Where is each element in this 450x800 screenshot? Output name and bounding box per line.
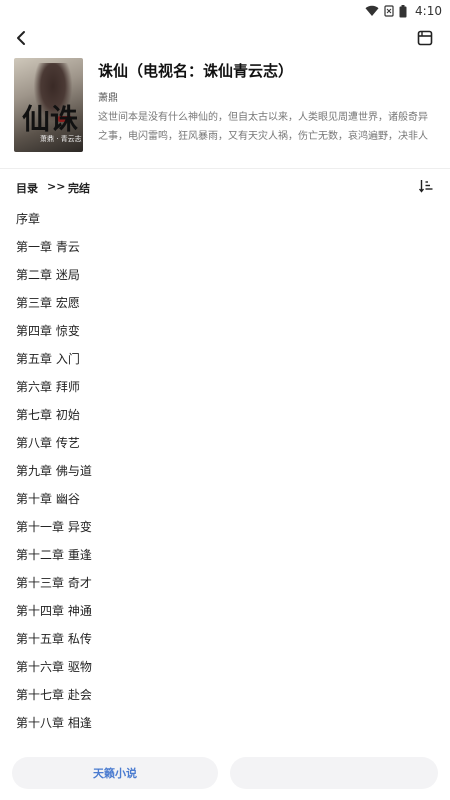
chapter-item[interactable]: 第十一章 异变	[16, 513, 436, 541]
status-time: 4:10	[415, 4, 442, 18]
chapter-item[interactable]: 第十二章 重逢	[16, 541, 436, 569]
chapter-item[interactable]: 第四章 惊变	[16, 317, 436, 345]
toc-header: 目录 >> 完结	[16, 180, 436, 198]
chapter-item[interactable]: 第五章 入门	[16, 345, 436, 373]
chapter-item[interactable]: 序章	[16, 205, 436, 233]
chevron-left-icon	[14, 30, 28, 50]
chapter-item[interactable]: 第十八章 相逢	[16, 709, 436, 737]
chapter-item[interactable]: 第十六章 驱物	[16, 653, 436, 681]
cover-title: 诛仙	[18, 104, 79, 130]
chapter-item[interactable]: 第十七章 赴会	[16, 681, 436, 709]
book-title: 诛仙（电视名：诛仙青云志）	[98, 62, 294, 80]
chapter-item[interactable]: 第十四章 神通	[16, 597, 436, 625]
chapter-item[interactable]: 第六章 拜师	[16, 373, 436, 401]
book-header: 诛仙 萧鼎 · 青云志 诛仙（电视名：诛仙青云志） 萧鼎 这世间本是没有什么神仙…	[14, 58, 436, 158]
divider	[0, 168, 450, 169]
cover-subtitle: 萧鼎 · 青云志	[40, 135, 82, 143]
chapter-item[interactable]: 第三章 宏愿	[16, 289, 436, 317]
chapter-item[interactable]: 第九章 佛与道	[16, 457, 436, 485]
top-bar	[0, 26, 450, 54]
toc-label: 目录	[16, 182, 38, 195]
chapter-item[interactable]: 第十章 幽谷	[16, 485, 436, 513]
chapter-item[interactable]: 第二章 迷局	[16, 261, 436, 289]
chapter-item[interactable]: 第十三章 奇才	[16, 569, 436, 597]
chapter-item[interactable]: 第七章 初始	[16, 401, 436, 429]
secondary-button[interactable]	[230, 757, 438, 789]
book-summary[interactable]: 这世间本是没有什么神仙的，但自太古以来，人类眼见周遭世界，诸般奇异之事，电闪雷鸣…	[98, 108, 436, 146]
battery-icon	[399, 4, 407, 18]
bottom-bar: 天籁小说	[12, 757, 438, 789]
chapter-item[interactable]: 第一章 青云	[16, 233, 436, 261]
wifi-icon	[365, 5, 379, 17]
sim-icon	[384, 5, 394, 17]
sort-button[interactable]	[418, 178, 436, 196]
chapter-item[interactable]: 第八章 传艺	[16, 429, 436, 457]
book-author[interactable]: 萧鼎	[98, 89, 118, 104]
sort-icon	[418, 180, 434, 197]
bookshelf-icon	[417, 30, 433, 50]
bookshelf-button[interactable]	[414, 29, 436, 51]
chapter-list: 序章 第一章 青云 第二章 迷局 第三章 宏愿 第四章 惊变 第五章 入门 第六章 拜师 第七…	[16, 205, 436, 737]
toc-arrow: >>	[47, 180, 66, 193]
chapter-item[interactable]: 第十五章 私传	[16, 625, 436, 653]
source-button[interactable]: 天籁小说	[12, 757, 218, 789]
back-button[interactable]	[10, 29, 32, 51]
status-bar: 4:10	[0, 0, 450, 22]
book-cover[interactable]: 诛仙 萧鼎 · 青云志	[14, 58, 83, 152]
completion-status: 完结	[68, 182, 90, 195]
